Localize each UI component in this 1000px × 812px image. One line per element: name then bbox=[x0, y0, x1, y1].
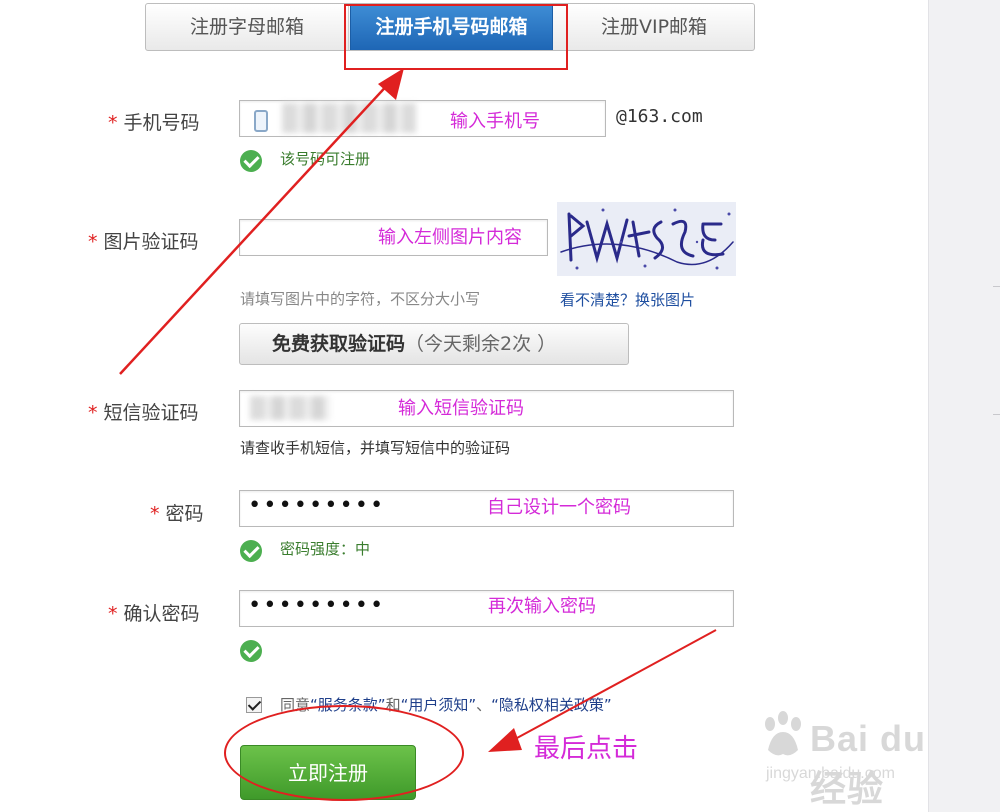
check-icon bbox=[240, 540, 262, 562]
baidu-jingyan-watermark: Bai du 经验 jingyan.baidu.com bbox=[760, 700, 960, 809]
phone-label: * 手机号码 bbox=[108, 112, 200, 134]
confirm-annotation: 再次输入密码 bbox=[488, 596, 596, 617]
redacted-phone-number bbox=[282, 103, 416, 133]
refresh-captcha-link[interactable]: 看不清楚？换张图片 bbox=[560, 289, 695, 310]
confirm-password-value: ••••••••• bbox=[248, 593, 386, 618]
confirm-label: * 确认密码 bbox=[108, 603, 200, 625]
sms-label: * 短信验证码 bbox=[88, 402, 199, 424]
captcha-label: * 图片验证码 bbox=[88, 231, 199, 253]
panel-tick bbox=[993, 414, 1000, 415]
phone-icon bbox=[254, 110, 268, 132]
notice-link[interactable]: “用户须知” bbox=[401, 696, 477, 714]
sms-remaining: （今天剩余2次 ） bbox=[405, 333, 557, 355]
get-sms-code-button[interactable]: 免费获取验证码（今天剩余2次 ） bbox=[239, 323, 629, 365]
redacted-sms-code bbox=[250, 396, 330, 420]
captcha-image[interactable] bbox=[557, 202, 736, 276]
privacy-link[interactable]: “隐私权相关政策” bbox=[491, 696, 612, 714]
password-annotation: 自己设计一个密码 bbox=[487, 497, 631, 518]
paw-icon bbox=[765, 711, 801, 756]
captcha-annotation: 输入左侧图片内容 bbox=[378, 227, 522, 248]
sms-button-label: 免费获取验证码 bbox=[272, 333, 406, 355]
watermark-url: jingyan.baidu.com bbox=[766, 765, 895, 782]
annotation-ellipse bbox=[224, 705, 464, 801]
email-domain: @163.com bbox=[616, 106, 703, 127]
password-label: * 密码 bbox=[150, 503, 204, 525]
captcha-help: 请填写图片中的字符，不区分大小写 bbox=[240, 290, 481, 308]
panel-tick bbox=[993, 286, 1000, 287]
sms-help: 请查收手机短信，并填写短信中的验证码 bbox=[240, 439, 511, 457]
right-side-panel bbox=[928, 0, 1000, 812]
check-icon bbox=[240, 640, 262, 662]
arrow-head bbox=[378, 68, 404, 100]
tab-letter-email[interactable]: 注册字母邮箱 bbox=[146, 4, 349, 50]
sms-annotation: 输入短信验证码 bbox=[398, 398, 524, 419]
password-strength: 密码强度：中 bbox=[280, 540, 371, 558]
agree-checkbox[interactable] bbox=[246, 697, 262, 713]
arrow-to-submit bbox=[505, 629, 717, 745]
phone-status: 该号码可注册 bbox=[280, 150, 371, 168]
check-icon bbox=[240, 150, 262, 172]
password-value: ••••••••• bbox=[248, 493, 386, 518]
tab-vip-email[interactable]: 注册VIP邮箱 bbox=[554, 4, 754, 50]
annotation-box bbox=[344, 4, 568, 70]
final-click-annotation: 最后点击 bbox=[534, 734, 639, 764]
phone-annotation: 输入手机号 bbox=[450, 111, 540, 132]
arrow-head bbox=[488, 728, 522, 752]
